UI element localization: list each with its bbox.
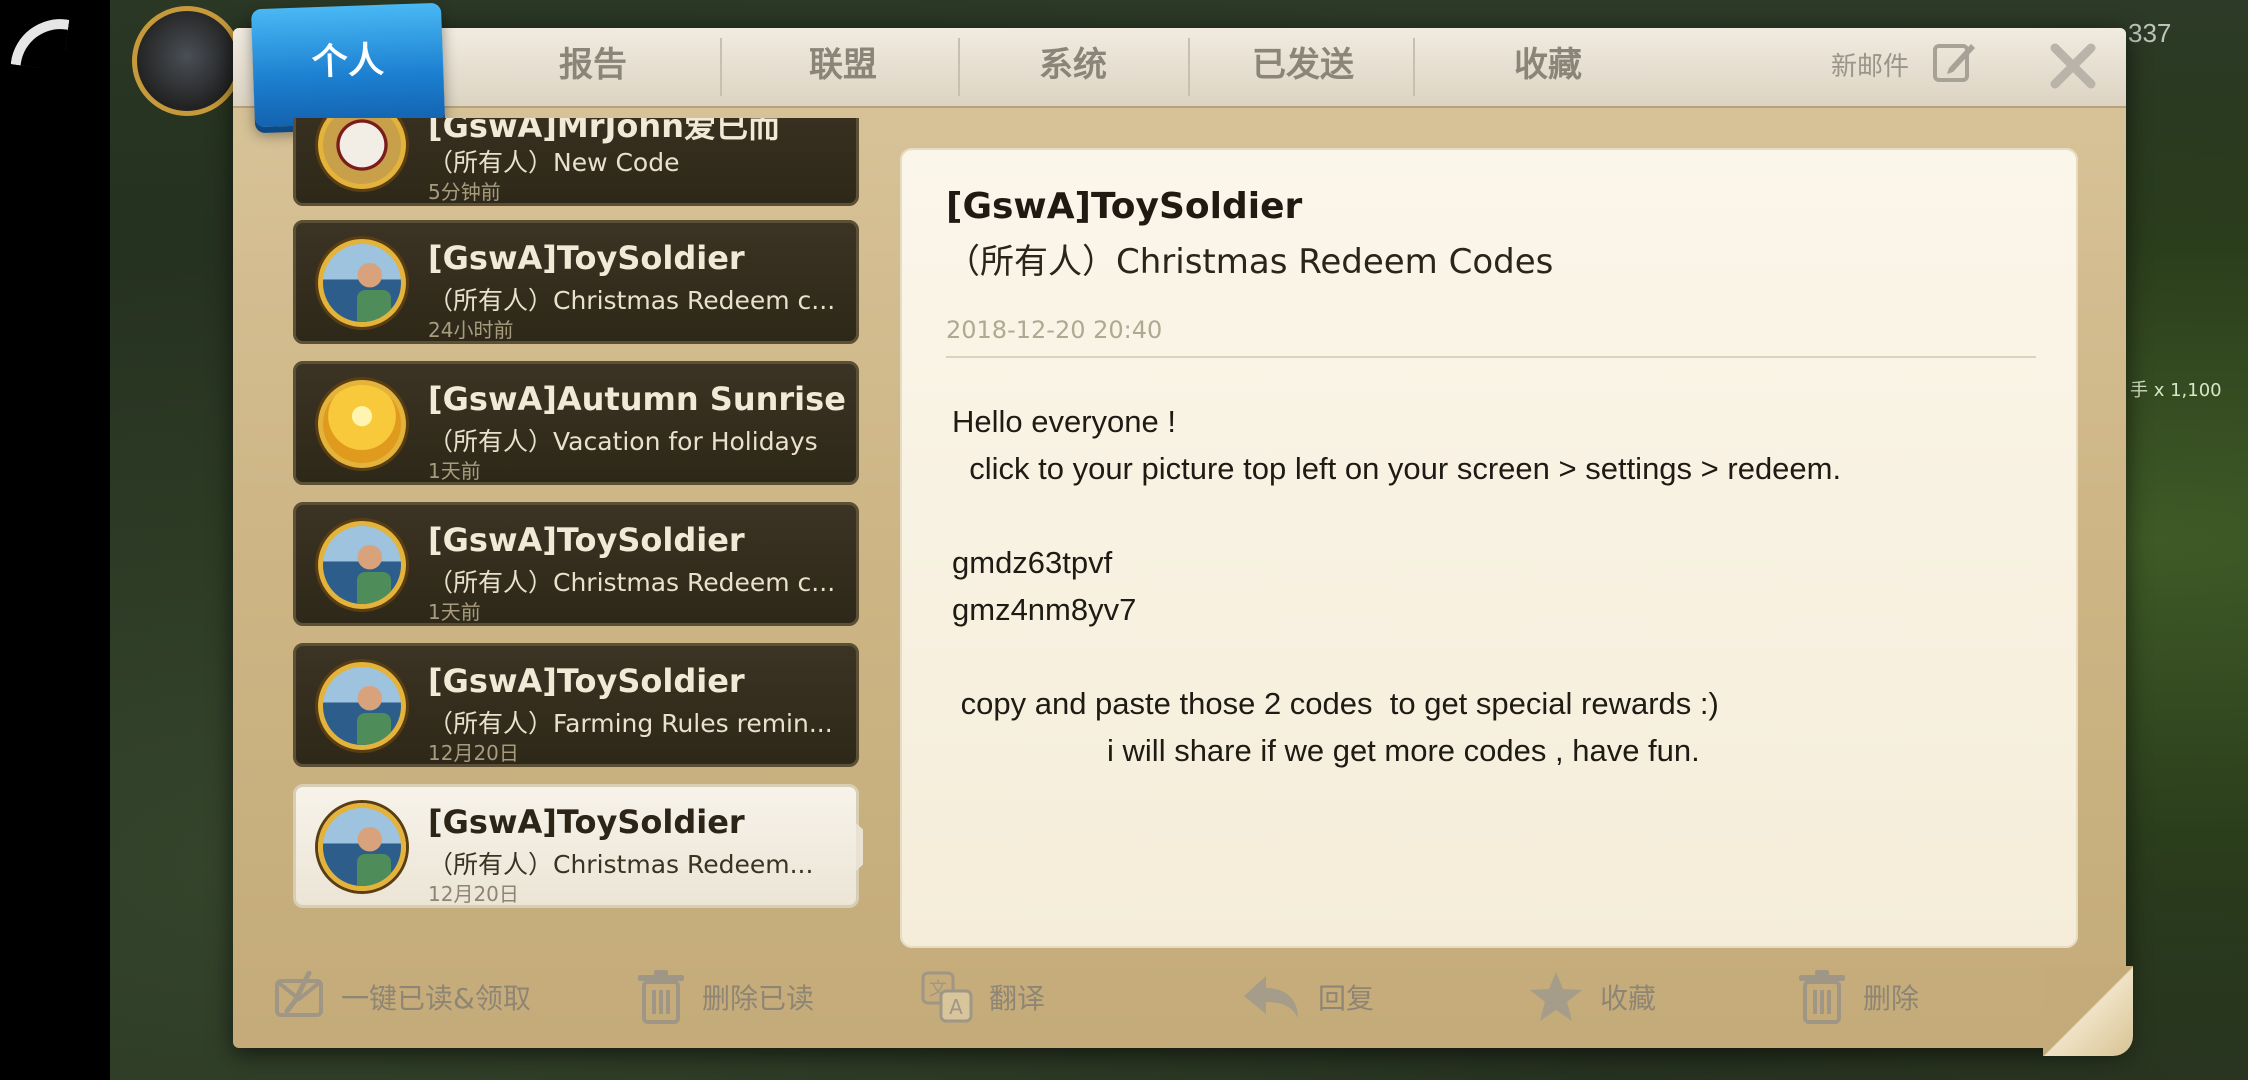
mail-subject: （所有人）Farming Rules remin... (428, 709, 833, 738)
close-icon[interactable] (2043, 36, 2103, 96)
back-gesture-icon[interactable] (10, 12, 70, 72)
player-avatar[interactable] (132, 6, 242, 116)
page-curl-decoration (2043, 966, 2133, 1056)
mail-time: 1天前 (428, 459, 481, 483)
mail-sender: [GswA]Autumn Sunrise (428, 380, 846, 418)
system-side-bar (0, 0, 110, 1080)
delete-label: 删除 (1863, 982, 1920, 1015)
soldier-avatar (318, 662, 406, 750)
svg-text:A: A (949, 995, 963, 1019)
star-icon (1530, 972, 1582, 1021)
delete-read-label: 删除已读 (702, 982, 815, 1015)
delete-read-button[interactable]: 删除已读 (636, 966, 814, 1028)
translate-label: 翻译 (989, 982, 1046, 1015)
tab-alliance[interactable]: 联盟 (728, 28, 958, 106)
read-all-claim-button[interactable]: 一键已读&领取 (273, 966, 531, 1028)
sunrise-avatar (318, 380, 406, 468)
mail-list-item-selected[interactable]: [GswA]ToySoldier （所有人）Christmas Redeem..… (293, 784, 863, 908)
tab-favorites[interactable]: 收藏 (1433, 28, 1663, 106)
mail-list-item[interactable]: [GswA]ToySoldier （所有人）Christmas Redeem c… (293, 220, 859, 344)
read-all-claim-label: 一键已读&领取 (341, 982, 531, 1015)
favorite-label: 收藏 (1600, 982, 1657, 1015)
mail-panel: 报告 联盟 系统 已发送 收藏 新邮件 个人 [GswA]MrJohn爱已而 （… (233, 2, 2133, 1056)
soldier-avatar (318, 239, 406, 327)
tab-sent[interactable]: 已发送 (1188, 28, 1418, 106)
mail-list-item[interactable]: [GswA]Autumn Sunrise （所有人）Vacation for H… (293, 361, 859, 485)
mail-subject: （所有人）Vacation for Holidays (428, 427, 818, 456)
compose-icon[interactable] (1931, 38, 1977, 84)
message-subject: （所有人）Christmas Redeem Codes (946, 242, 1554, 282)
mail-list: [GswA]MrJohn爱已而 （所有人）New Code 5分钟前 [GswA… (293, 118, 863, 968)
message-sender: [GswA]ToySoldier (946, 186, 1303, 227)
mail-list-item[interactable]: [GswA]ToySoldier （所有人）Farming Rules remi… (293, 643, 859, 767)
translate-button[interactable]: 文 A 翻译 (921, 966, 1045, 1028)
mail-list-item[interactable]: [GswA]MrJohn爱已而 （所有人）New Code 5分钟前 (293, 118, 859, 206)
translate-icon: 文 A (921, 971, 973, 1023)
reply-arrow-icon (1244, 976, 1298, 1018)
mail-subject: （所有人）Christmas Redeem c... (428, 286, 836, 315)
mail-time: 5分钟前 (428, 180, 501, 204)
tab-divider (1413, 38, 1415, 96)
mail-reading-pane: [GswA]ToySoldier （所有人）Christmas Redeem C… (900, 148, 2078, 948)
mail-subject: （所有人）New Code (428, 148, 680, 177)
tab-personal[interactable]: 个人 (250, 2, 446, 128)
tab-divider (720, 38, 722, 96)
mail-time: 24小时前 (428, 318, 514, 342)
mail-subject: （所有人）Christmas Redeem... (428, 850, 814, 879)
delete-button[interactable]: 删除 (1797, 966, 1919, 1028)
new-mail-button-label[interactable]: 新邮件 (1831, 46, 1909, 88)
soldier-avatar (318, 803, 406, 891)
message-date: 2018-12-20 20:40 (946, 316, 1163, 344)
mail-sender: [GswA]ToySoldier (428, 239, 745, 277)
mail-time: 12月20日 (428, 741, 519, 765)
trash-icon (638, 970, 684, 1024)
favorite-button[interactable]: 收藏 (1528, 966, 1656, 1028)
mail-sender: [GswA]ToySoldier (428, 662, 745, 700)
resource-count: 337 (2128, 18, 2172, 48)
skull-avatar (318, 118, 406, 189)
divider (946, 356, 2036, 358)
reply-label: 回复 (1318, 982, 1375, 1015)
message-body: Hello everyone ! click to your picture t… (952, 404, 1842, 768)
side-resource-label: 手 x 1,100 (2130, 380, 2222, 401)
mail-sender: [GswA]ToySoldier (428, 803, 745, 841)
envelope-check-icon (275, 971, 323, 1017)
mail-time: 12月20日 (428, 882, 519, 906)
reply-button[interactable]: 回复 (1240, 966, 1374, 1028)
mail-time: 1天前 (428, 600, 481, 624)
mail-list-item[interactable]: [GswA]ToySoldier （所有人）Christmas Redeem c… (293, 502, 859, 626)
mail-subject: （所有人）Christmas Redeem c... (428, 568, 836, 597)
tab-bar: 报告 联盟 系统 已发送 收藏 新邮件 (233, 28, 2126, 108)
soldier-avatar (318, 521, 406, 609)
mail-sender: [GswA]ToySoldier (428, 521, 745, 559)
trash-icon (1799, 970, 1845, 1024)
tab-reports[interactable]: 报告 (478, 28, 708, 106)
tab-system[interactable]: 系统 (958, 28, 1188, 106)
